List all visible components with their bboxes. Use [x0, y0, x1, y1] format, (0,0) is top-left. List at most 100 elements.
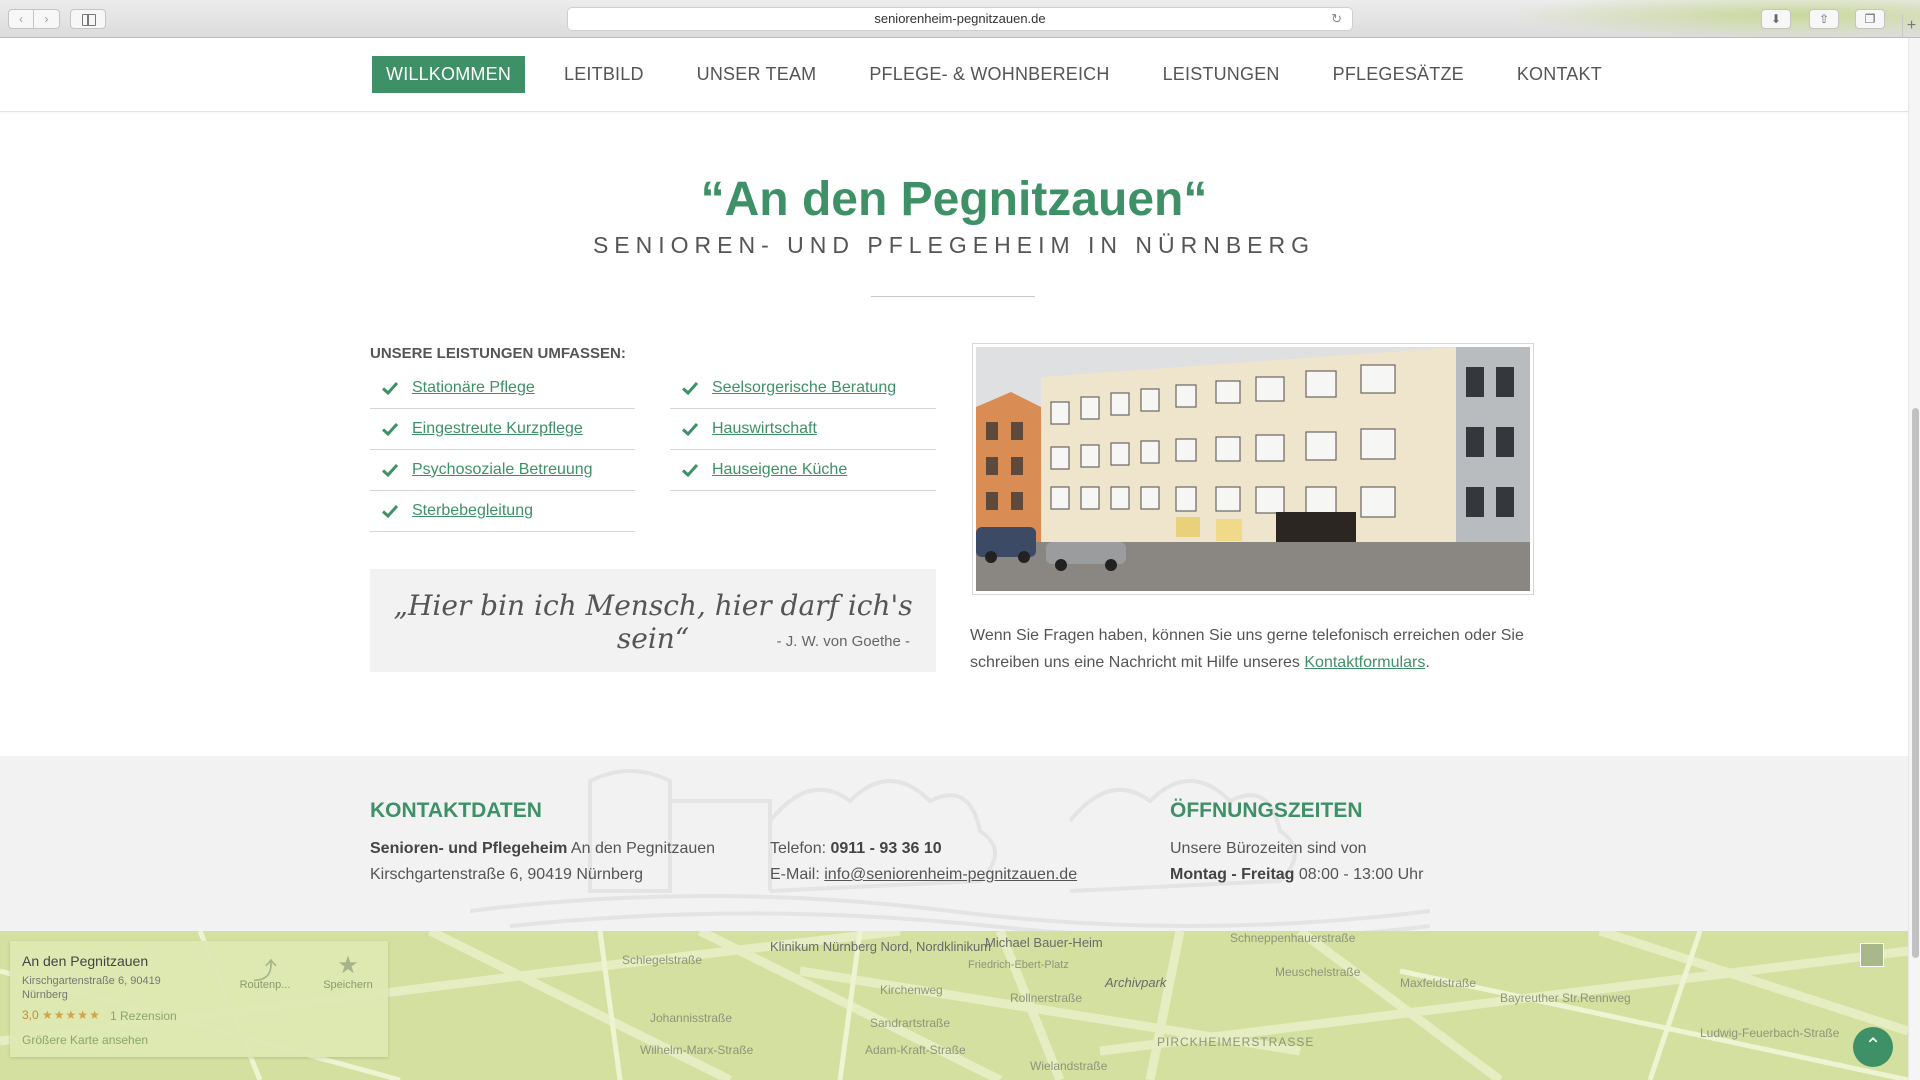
share-icon[interactable]: ⇧ — [1809, 9, 1839, 29]
map-satellite-thumbnail[interactable] — [1860, 943, 1884, 967]
map-label-friedrich: Friedrich-Ebert-Platz — [968, 959, 1069, 971]
email-label: E-Mail: — [770, 866, 825, 883]
service-link-hauswirtschaft[interactable]: Hauswirtschaft — [712, 420, 817, 438]
sidebar-toggle-icon[interactable] — [70, 9, 106, 29]
contact-heading: KONTAKTDATEN — [370, 799, 542, 822]
service-link-psychosoziale-betreuung[interactable]: Psychosoziale Betreuung — [412, 461, 593, 479]
hours-days: Montag - Freitag — [1170, 866, 1295, 883]
map-label-wilhelm: Wilhelm-Marx-Straße — [640, 1043, 754, 1057]
map-label-johannis: Johannisstraße — [650, 1011, 733, 1025]
phone-label: Telefon: — [770, 840, 831, 857]
route-label: Routenp... — [239, 979, 291, 991]
address-bar[interactable]: seniorenheim-pegnitzauen.de ↻ — [567, 7, 1353, 31]
service-link-sterbebegleitung[interactable]: Sterbebegleitung — [412, 502, 533, 520]
check-icon — [382, 422, 398, 436]
map-place-card: An den Pegnitzauen Kirschgartenstraße 6,… — [10, 941, 388, 1057]
back-button[interactable]: ‹ — [8, 9, 34, 29]
google-map[interactable]: Klinikum Nürnberg Nord, Nordklinikum Mic… — [0, 931, 1908, 1080]
nav-pflege-wohnbereich[interactable]: PFLEGE- & WOHNBEREICH — [855, 56, 1123, 93]
map-label-maxfeld: Maxfeldstraße — [1400, 976, 1477, 990]
service-item: Seelsorgerische Beratung — [670, 368, 936, 409]
service-item: Psychosoziale Betreuung — [370, 450, 635, 491]
service-item: Sterbebegleitung — [370, 491, 635, 532]
service-link-stationaere-pflege[interactable]: Stationäre Pflege — [412, 379, 535, 397]
email-link[interactable]: info@seniorenheim-pegnitzauen.de — [824, 866, 1077, 883]
new-tab-icon[interactable]: + — [1902, 14, 1920, 38]
check-icon — [682, 422, 698, 436]
quote-box: „Hier bin ich Mensch, hier darf ich's se… — [370, 569, 936, 672]
map-label-wieland: Wielandstraße — [1030, 1059, 1108, 1073]
building-image — [976, 347, 1530, 591]
reload-icon[interactable]: ↻ — [1331, 8, 1342, 30]
save-label: Speichern — [323, 979, 373, 991]
service-item: Eingestreute Kurzpflege — [370, 409, 635, 450]
nav-leitbild[interactable]: LEITBILD — [550, 56, 658, 93]
building-photo — [972, 343, 1534, 595]
reviews-link[interactable]: 1 Rezension — [110, 1009, 177, 1023]
map-label-rennweg: Rennweg — [1580, 991, 1631, 1005]
phone-number[interactable]: 0911 - 93 36 10 — [830, 840, 941, 857]
services-heading: UNSERE LEISTUNGEN UMFASSEN: — [370, 345, 626, 362]
scrollbar-thumb[interactable] — [1912, 408, 1919, 958]
place-name: An den Pegnitzauen — [22, 953, 149, 969]
check-icon — [382, 463, 398, 477]
contact-phone-email: Telefon: 0911 - 93 36 10 E-Mail: info@se… — [770, 836, 1077, 888]
star-icon: ★ — [337, 952, 359, 979]
contact-note: Wenn Sie Fragen haben, können Sie uns ge… — [970, 622, 1540, 676]
title-divider — [871, 296, 1035, 297]
check-icon — [682, 381, 698, 395]
map-label-pirckheimer: PIRCKHEIMERSTRASSE — [1157, 1035, 1315, 1049]
nav-unser-team[interactable]: UNSER TEAM — [683, 56, 831, 93]
nav-leistungen[interactable]: LEISTUNGEN — [1149, 56, 1294, 93]
save-place-button[interactable]: ★ Speichern — [313, 951, 383, 991]
place-address: Kirschgartenstraße 6, 90419 Nürnberg — [22, 975, 161, 1001]
footer: KONTAKTDATEN Senioren- und Pflegeheim An… — [0, 756, 1908, 931]
scroll-to-top-button[interactable]: ⌃ — [1853, 1027, 1893, 1067]
map-label-schneppen: Schneppenhauerstraße — [1230, 931, 1356, 945]
service-item: Stationäre Pflege — [370, 368, 635, 409]
map-label-ludwig: Ludwig-Feuerbach-Straße — [1700, 1026, 1840, 1040]
nav-willkommen[interactable]: WILLKOMMEN — [372, 56, 526, 93]
nav-pflegesaetze[interactable]: PFLEGESÄTZE — [1319, 56, 1478, 93]
route-button[interactable]: ⤴ Routenp... — [230, 951, 300, 991]
page-title: “An den Pegnitzauen“ — [700, 173, 1208, 226]
site-navigation: WILLKOMMEN LEITBILD UNSER TEAM PFLEGE- &… — [0, 38, 1908, 112]
contact-note-text: Wenn Sie Fragen haben, können Sie uns ge… — [970, 627, 1524, 671]
service-item: Hauswirtschaft — [670, 409, 936, 450]
service-link-seelsorgerische-beratung[interactable]: Seelsorgerische Beratung — [712, 379, 896, 397]
bigger-map-link[interactable]: Größere Karte ansehen — [22, 1033, 148, 1047]
service-link-kurzpflege[interactable]: Eingestreute Kurzpflege — [412, 420, 583, 438]
org-address: Kirschgartenstraße 6, 90419 Nürnberg — [370, 866, 644, 883]
main-menu: WILLKOMMEN LEITBILD UNSER TEAM PFLEGE- &… — [372, 56, 1641, 93]
map-label-kirchenweg: Kirchenweg — [880, 983, 943, 997]
check-icon — [382, 504, 398, 518]
directions-icon: ⤴ — [253, 958, 277, 985]
contact-form-link[interactable]: Kontaktformulars — [1304, 654, 1425, 671]
check-icon — [382, 381, 398, 395]
quote-author: - J. W. von Goethe - — [776, 633, 910, 650]
org-name-bold: Senioren- und Pflegeheim — [370, 840, 568, 857]
browser-toolbar: ‹ › seniorenheim-pegnitzauen.de ↻ ⬇ ⇧ ❐ … — [0, 0, 1920, 38]
map-label-sandrart: Sandrartstraße — [870, 1016, 951, 1030]
tabs-overview-icon[interactable]: ❐ — [1855, 9, 1885, 29]
org-name-rest: An den Pegnitzauen — [567, 840, 716, 857]
map-label-meuschel: Meuschelstraße — [1275, 965, 1361, 979]
hours-time: 08:00 - 13:00 Uhr — [1294, 866, 1424, 883]
contact-org: Senioren- und Pflegeheim An den Pegnitza… — [370, 836, 715, 888]
nav-kontakt[interactable]: KONTAKT — [1503, 56, 1616, 93]
hours-intro: Unsere Bürozeiten sind von — [1170, 840, 1367, 857]
map-label-rollner: Rollnerstraße — [1010, 991, 1083, 1005]
opening-hours-heading: ÖFFNUNGSZEITEN — [1170, 799, 1363, 822]
forward-button[interactable]: › — [34, 9, 60, 29]
page-scrollbar[interactable] — [1908, 38, 1920, 1080]
contact-note-end: . — [1425, 654, 1430, 671]
service-link-hauseigene-kueche[interactable]: Hauseigene Küche — [712, 461, 847, 479]
rating-stars-icon: ★★★★★ — [42, 1008, 101, 1022]
history-buttons: ‹ › — [8, 9, 60, 29]
map-label-schlegel: Schlegelstraße — [622, 953, 703, 967]
place-rating: 3,0 ★★★★★ — [22, 1008, 101, 1022]
opening-hours: Unsere Bürozeiten sind von Montag - Frei… — [1170, 836, 1423, 888]
check-icon — [682, 463, 698, 477]
map-label-michael: Michael Bauer-Heim — [985, 935, 1103, 950]
downloads-icon[interactable]: ⬇ — [1761, 9, 1791, 29]
